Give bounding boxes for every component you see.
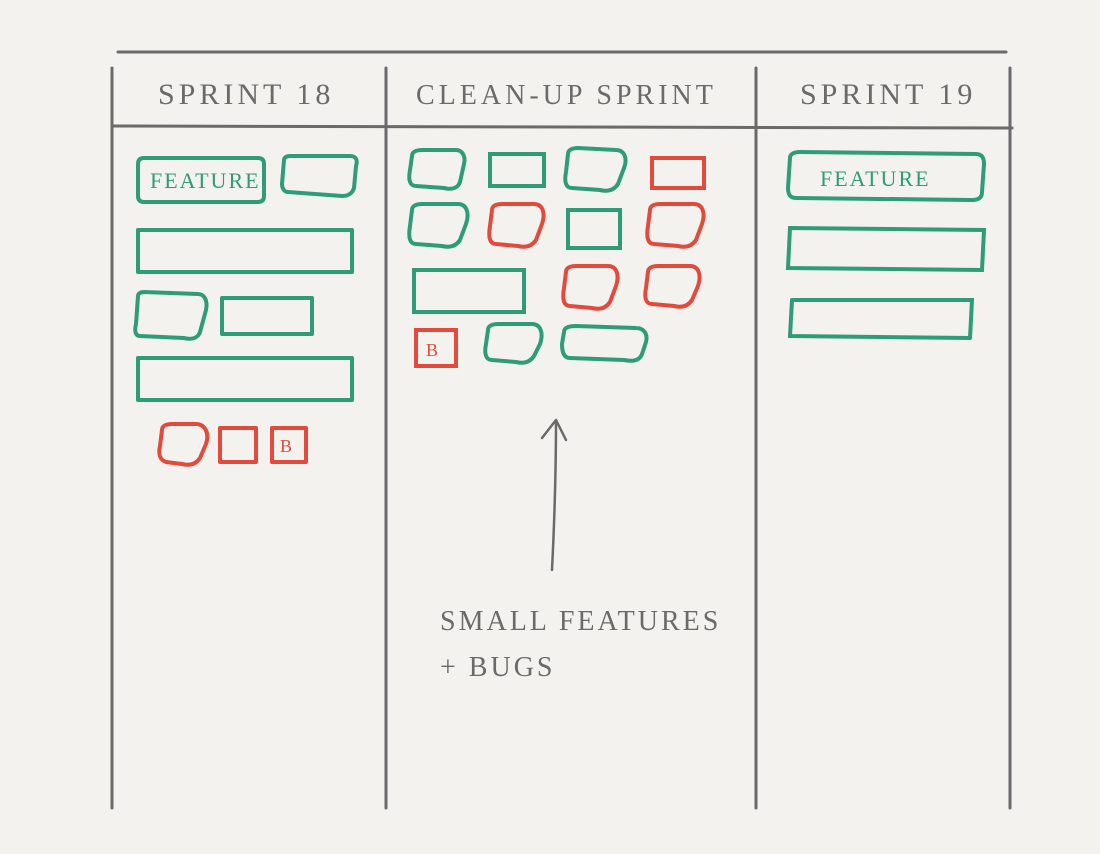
card-bug[interactable] xyxy=(159,424,207,465)
card-label: FEATURE xyxy=(820,166,931,191)
column-header-sprint-19: SPRINT 19 xyxy=(800,78,976,111)
annotation-line-1: SMALL FEATURES xyxy=(440,606,721,637)
card-feature[interactable] xyxy=(135,292,206,339)
card-feature[interactable] xyxy=(138,230,352,272)
annotation-arrow xyxy=(542,420,566,570)
card-feature[interactable] xyxy=(282,156,357,196)
card-feature[interactable]: FEATURE xyxy=(138,158,264,202)
card-bug[interactable] xyxy=(647,204,703,247)
card-feature[interactable] xyxy=(568,210,620,248)
card-feature[interactable] xyxy=(222,298,312,334)
annotation-line-2: + BUGS xyxy=(440,652,555,683)
card-bug[interactable]: B xyxy=(272,428,306,462)
column-sprint-19: FEATURE xyxy=(788,152,984,338)
card-bug[interactable] xyxy=(652,158,704,188)
column-header-cleanup: CLEAN-UP SPRINT xyxy=(416,80,717,111)
card-label: B xyxy=(280,436,294,456)
card-label: FEATURE xyxy=(150,168,261,193)
card-bug[interactable] xyxy=(489,204,543,247)
card-bug[interactable]: B xyxy=(416,330,456,366)
board-header-rule xyxy=(112,126,1012,128)
card-feature[interactable] xyxy=(414,270,524,312)
card-feature[interactable] xyxy=(138,358,352,400)
card-bug[interactable] xyxy=(220,428,256,462)
column-header-sprint-18: SPRINT 18 xyxy=(158,78,334,111)
card-feature[interactable] xyxy=(490,154,544,186)
card-feature[interactable] xyxy=(562,326,647,361)
column-sprint-18: FEATURE B xyxy=(135,156,357,465)
card-bug[interactable] xyxy=(645,266,699,307)
card-feature[interactable]: FEATURE xyxy=(788,152,984,200)
card-label: B xyxy=(426,340,440,360)
sprint-board-sketch: SPRINT 18 CLEAN-UP SPRINT SPRINT 19 FEAT… xyxy=(0,0,1100,854)
card-feature[interactable] xyxy=(485,324,541,363)
card-feature[interactable] xyxy=(409,204,467,247)
card-feature[interactable] xyxy=(565,148,625,191)
column-cleanup-sprint: B xyxy=(409,148,704,366)
card-feature[interactable] xyxy=(790,300,972,338)
card-feature[interactable] xyxy=(409,150,464,189)
card-bug[interactable] xyxy=(563,266,617,309)
card-feature[interactable] xyxy=(788,228,984,270)
